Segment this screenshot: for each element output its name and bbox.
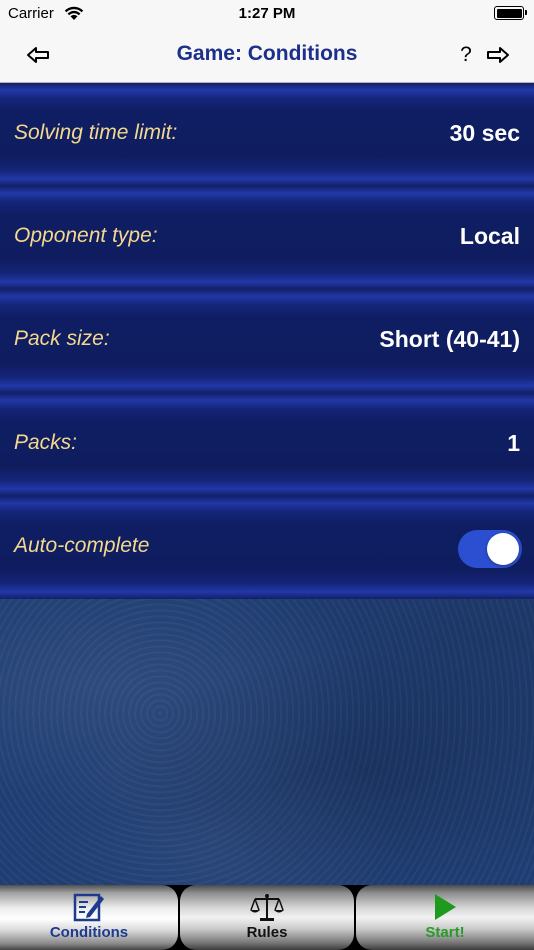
tab-conditions[interactable]: Conditions <box>0 885 178 950</box>
auto-complete-toggle[interactable] <box>458 529 522 568</box>
tab-bar: Conditions Rules Start! <box>0 885 534 950</box>
help-button[interactable]: ? <box>454 40 478 70</box>
setting-label: Auto-complete <box>14 533 150 557</box>
setting-value: Local <box>459 223 520 250</box>
tab-start[interactable]: Start! <box>356 885 534 950</box>
tab-label: Rules <box>246 924 288 941</box>
setting-value: 1 <box>507 429 520 456</box>
setting-value: Short (40-41) <box>379 326 520 353</box>
edit-form-icon <box>73 890 105 922</box>
tab-rules[interactable]: Rules <box>180 885 354 950</box>
setting-value: 30 sec <box>449 120 520 146</box>
setting-label: Solving time limit: <box>14 121 178 144</box>
play-icon <box>432 890 458 922</box>
setting-row-opponent-type[interactable]: Opponent type: Local <box>0 186 534 290</box>
setting-row-packs[interactable]: Packs: 1 <box>0 392 534 496</box>
status-bar: Carrier 1:27 PM <box>0 0 534 28</box>
navigation-bar: Game: Conditions ? <box>0 28 534 83</box>
clock: 1:27 PM <box>238 5 296 22</box>
setting-row-auto-complete: Auto-complete <box>0 495 534 599</box>
arrow-right-icon <box>487 47 509 63</box>
setting-row-time-limit[interactable]: Solving time limit: 30 sec <box>0 83 534 187</box>
battery-icon <box>494 6 527 20</box>
tab-label: Start! <box>425 924 465 941</box>
forward-button[interactable] <box>482 40 514 70</box>
conditions-list: Solving time limit: 30 sec Opponent type… <box>0 83 534 599</box>
setting-label: Packs: <box>14 430 78 454</box>
toggle-knob <box>487 532 519 565</box>
setting-label: Pack size: <box>14 327 110 351</box>
scales-icon <box>250 890 284 922</box>
setting-row-pack-size[interactable]: Pack size: Short (40-41) <box>0 289 534 393</box>
felt-background <box>0 599 534 885</box>
setting-label: Opponent type: <box>14 224 158 248</box>
tab-label: Conditions <box>49 924 129 941</box>
